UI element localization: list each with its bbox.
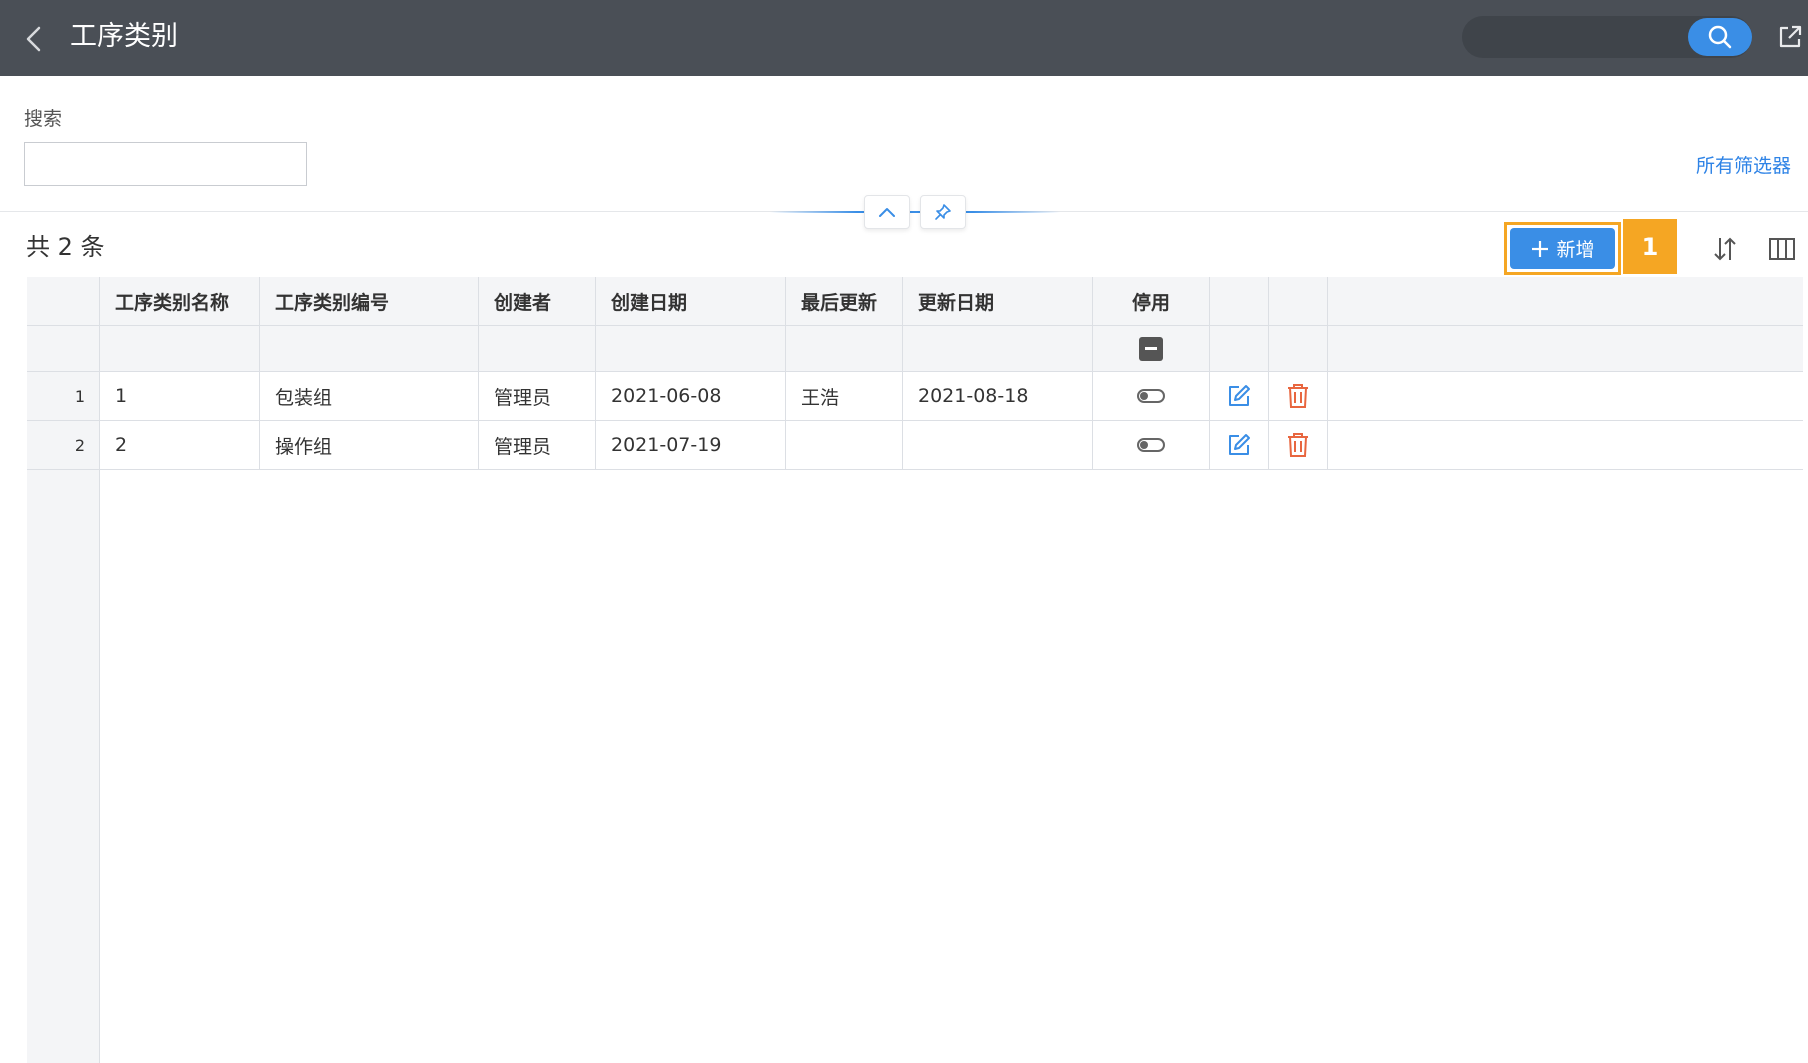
filter-creator-cell[interactable] [479,326,596,371]
cell-delete [1269,372,1328,420]
filter-spacer [1328,326,1803,371]
row-spacer [1328,421,1803,469]
top-bar: 工序类别 [0,0,1808,76]
column-header-created-date[interactable]: 创建日期 [596,277,786,325]
filter-delete-cell [1269,326,1328,371]
row-number: 1 [27,372,100,420]
columns-icon[interactable] [1768,236,1796,262]
cell-last-updated-by[interactable] [786,421,903,469]
search-icon [1708,25,1732,49]
add-button[interactable]: 新增 [1510,228,1615,269]
all-filters-link[interactable]: 所有筛选器 [1696,153,1791,179]
disabled-filter-checkbox[interactable] [1139,336,1163,361]
chevron-left-icon[interactable] [22,24,46,54]
sort-icon[interactable] [1710,234,1740,264]
filter-edit-cell [1210,326,1269,371]
add-button-label: 新增 [1556,239,1595,261]
filter-divider-accent [770,211,1060,213]
cell-created-date[interactable]: 2021-06-08 [596,372,786,420]
row-number-header [27,277,100,325]
row-spacer [1328,372,1803,420]
cell-disabled [1093,421,1210,469]
filter-row-number [27,326,100,371]
cell-code[interactable]: 包装组 [260,372,479,420]
edit-icon[interactable] [1226,432,1252,458]
edit-icon[interactable] [1226,383,1252,409]
filter-updated-date-cell[interactable] [903,326,1093,371]
cell-disabled [1093,372,1210,420]
search-input[interactable] [24,142,307,186]
filter-created-date-cell[interactable] [596,326,786,371]
step-badge: 1 [1623,219,1677,274]
cell-updated-date[interactable]: 2021-08-18 [903,372,1093,420]
row-number: 2 [27,421,100,469]
page-title: 工序类别 [70,21,178,52]
cell-edit [1210,372,1269,420]
filter-code-cell[interactable] [260,326,479,371]
record-count: 共 2 条 [26,233,105,261]
cell-name[interactable]: 2 [100,421,260,469]
external-link-icon[interactable] [1776,23,1804,51]
search-label: 搜索 [24,108,63,130]
disabled-toggle[interactable] [1137,389,1165,403]
cell-last-updated-by[interactable]: 王浩 [786,372,903,420]
column-header-code[interactable]: 工序类别编号 [260,277,479,325]
table-header-row: 工序类别名称 工序类别编号 创建者 创建日期 最后更新 更新日期 停用 [27,277,1803,326]
pin-icon [935,204,951,220]
column-header-updated-date[interactable]: 更新日期 [903,277,1093,325]
column-header-disabled[interactable]: 停用 [1093,277,1210,325]
column-header-delete [1269,277,1328,325]
column-header-edit [1210,277,1269,325]
column-header-creator[interactable]: 创建者 [479,277,596,325]
cell-creator[interactable]: 管理员 [479,421,596,469]
filter-name-cell[interactable] [100,326,260,371]
disabled-toggle[interactable] [1137,438,1165,452]
table-row[interactable]: 2 2 操作组 管理员 2021-07-19 [27,421,1803,470]
filter-disabled-cell [1093,326,1210,371]
cell-delete [1269,421,1328,469]
collapse-filters-button[interactable] [864,195,910,229]
cell-code[interactable]: 操作组 [260,421,479,469]
trash-icon[interactable] [1286,432,1310,458]
plus-icon [1532,240,1549,257]
cell-updated-date[interactable] [903,421,1093,469]
chevron-up-icon [879,208,895,217]
trash-icon[interactable] [1286,383,1310,409]
table-filter-row [27,326,1803,372]
table-row[interactable]: 1 1 包装组 管理员 2021-06-08 王浩 2021-08-18 [27,372,1803,421]
pin-filters-button[interactable] [920,195,966,229]
cell-created-date[interactable]: 2021-07-19 [596,421,786,469]
column-header-spacer [1328,277,1803,325]
search-button[interactable] [1688,18,1752,56]
column-header-last-updated-by[interactable]: 最后更新 [786,277,903,325]
column-header-name[interactable]: 工序类别名称 [100,277,260,325]
cell-name[interactable]: 1 [100,372,260,420]
filter-last-updated-cell[interactable] [786,326,903,371]
cell-creator[interactable]: 管理员 [479,372,596,420]
cell-edit [1210,421,1269,469]
